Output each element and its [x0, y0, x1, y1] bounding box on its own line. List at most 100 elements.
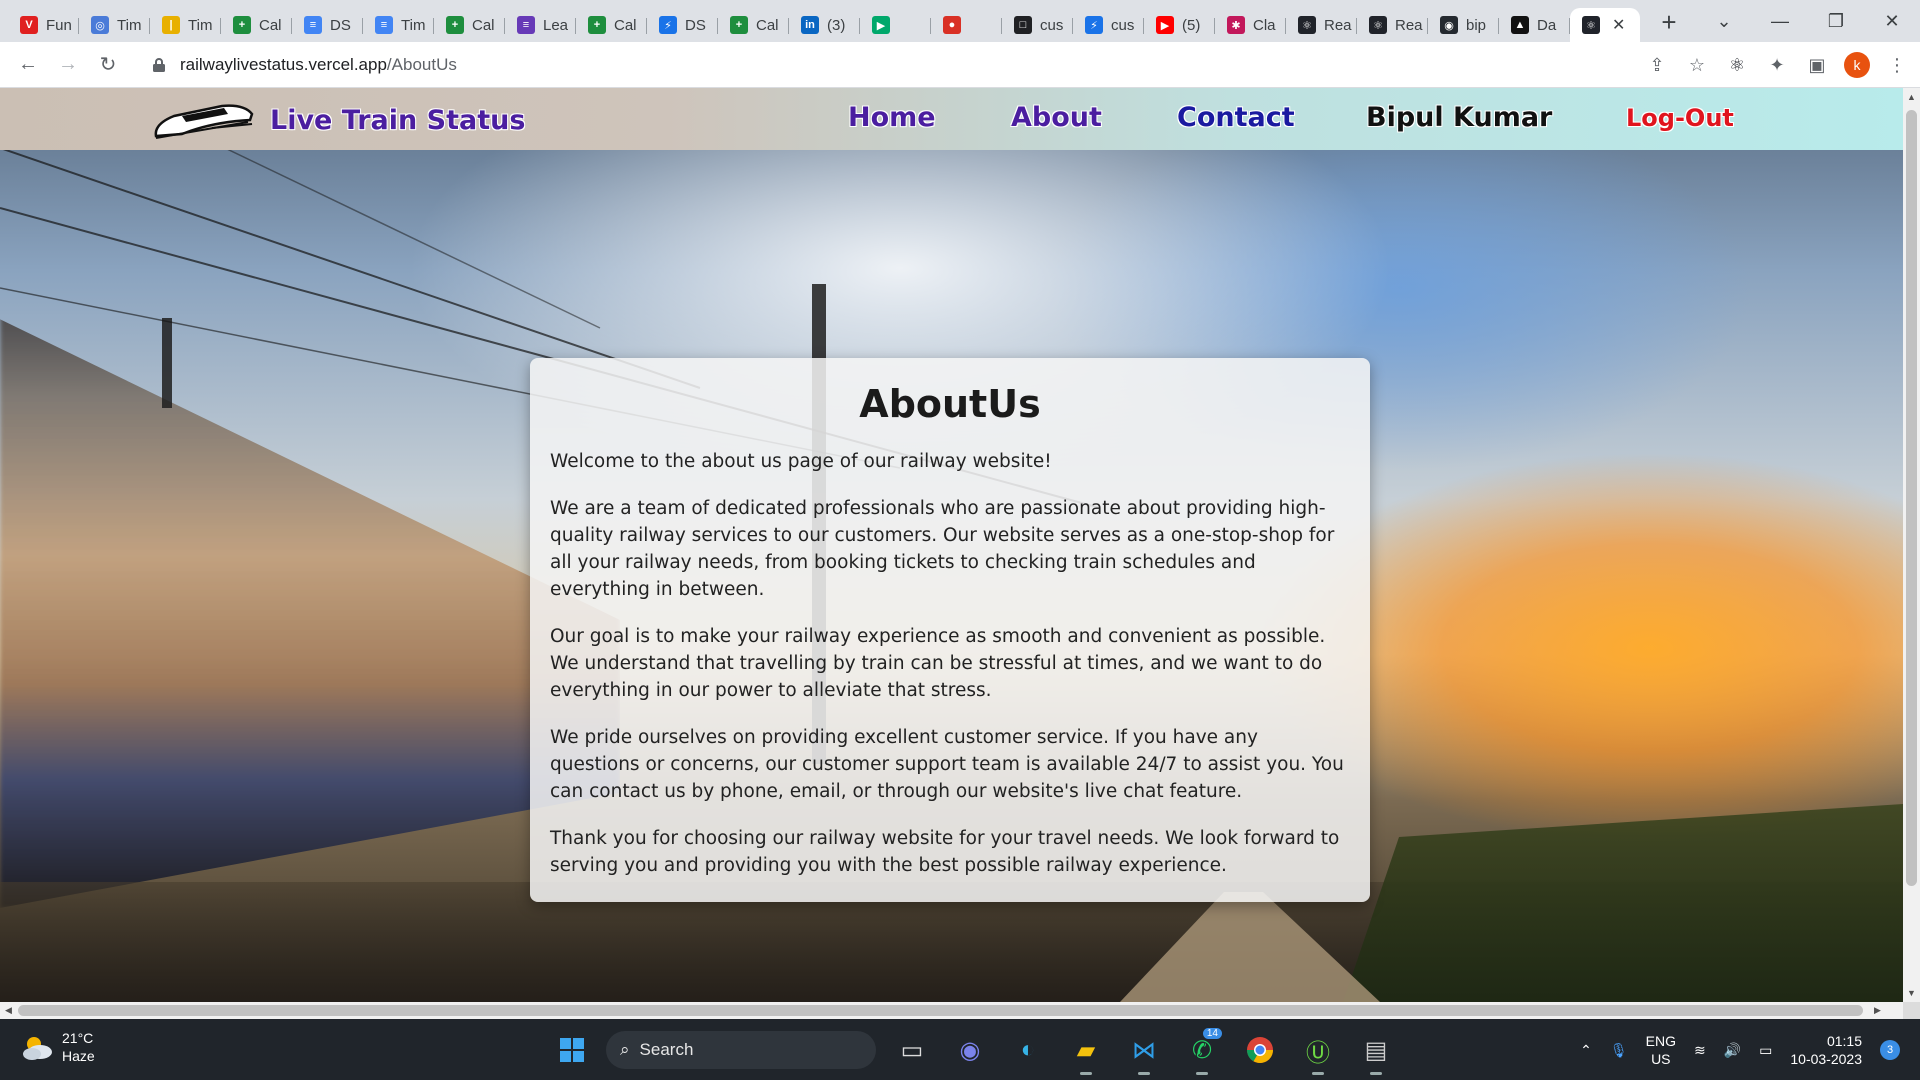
browser-tab[interactable]: + Cal — [434, 8, 505, 42]
nav-logout-link[interactable]: Log-Out — [1626, 104, 1734, 132]
nav-links: Home About Contact Bipul Kumar Log-Out — [0, 102, 1903, 142]
close-tab-icon[interactable]: ✕ — [1612, 15, 1625, 35]
browser-tab[interactable]: ▲ Da — [1499, 8, 1570, 42]
battery-icon[interactable]: ▭ — [1759, 1042, 1772, 1059]
chrome-icon[interactable] — [1238, 1028, 1282, 1072]
url-host: railwaylivestatus.vercel.app — [180, 55, 387, 74]
tab-favicon-icon: ⚛ — [1369, 16, 1387, 34]
browser-tab[interactable]: ≡ Tim — [363, 8, 434, 42]
vertical-scroll-thumb[interactable] — [1906, 110, 1917, 886]
taskbar-search-label: Search — [639, 1040, 694, 1059]
tab-title: Tim — [188, 16, 213, 34]
tab-favicon-icon: ◉ — [1440, 16, 1458, 34]
tab-list: V Fun ◎ Tim | Tim + Cal ≡ DS ≡ Tim + Cal ≡ Lea + Cal ⚡ DS + C… — [0, 0, 1684, 42]
minimize-button[interactable]: — — [1752, 11, 1808, 32]
wifi-icon[interactable]: ≋ — [1694, 1042, 1706, 1059]
volume-icon[interactable]: 🔊 — [1724, 1042, 1741, 1059]
language-region: US — [1651, 1051, 1671, 1067]
scroll-right-icon[interactable]: ▶ — [1869, 1002, 1886, 1019]
react-devtools-extension-icon[interactable]: ⚛ — [1724, 55, 1750, 76]
browser-tab[interactable]: ✱ Cla — [1215, 8, 1286, 42]
browser-tab[interactable]: ◉ bip — [1428, 8, 1499, 42]
scroll-left-icon[interactable]: ◀ — [0, 1002, 17, 1019]
back-icon[interactable]: ← — [8, 53, 48, 76]
tab-title: Cal — [614, 16, 637, 34]
tray-expand-icon[interactable]: ⌃ — [1580, 1042, 1592, 1059]
browser-tab[interactable]: ▶ (5) — [1144, 8, 1215, 42]
browser-menu-icon[interactable]: ⋮ — [1884, 55, 1910, 76]
restore-button[interactable]: ❐ — [1808, 11, 1864, 32]
vscode-icon[interactable]: ⋈ — [1122, 1028, 1166, 1075]
tab-favicon-icon: ● — [943, 16, 961, 34]
tab-title: (3) — [827, 16, 846, 34]
tab-title: DS — [685, 16, 706, 34]
browser-tab[interactable]: ≡ Lea — [505, 8, 576, 42]
nav-about-link[interactable]: About — [1011, 102, 1102, 133]
start-windows-icon[interactable] — [552, 1030, 592, 1070]
browser-tab[interactable]: ⚡ cus — [1073, 8, 1144, 42]
horizontal-scroll-thumb[interactable] — [18, 1005, 1863, 1016]
browser-tab[interactable]: ▶ — [860, 8, 931, 42]
browser-tab[interactable]: ⚡ DS — [647, 8, 718, 42]
scroll-down-icon[interactable]: ▼ — [1903, 988, 1920, 998]
tab-favicon-icon: ▶ — [872, 16, 890, 34]
extensions-puzzle-icon[interactable]: ✦ — [1764, 55, 1790, 76]
notification-badge[interactable]: 3 — [1880, 1040, 1900, 1060]
browser-tab[interactable]: ⚛ Rea — [1286, 8, 1357, 42]
taskbar-search[interactable]: ⌕ Search — [606, 1031, 876, 1069]
teams-chat-icon[interactable]: ◉ — [948, 1028, 992, 1072]
weather-temp: 21°C — [62, 1030, 94, 1046]
browser-tab[interactable]: □ cus — [1002, 8, 1073, 42]
new-tab-button[interactable]: + — [1654, 7, 1684, 38]
whatsapp-badge: 14 — [1202, 1028, 1222, 1039]
file-explorer-icon[interactable]: ▰ — [1064, 1028, 1108, 1075]
language-code: ENG — [1645, 1033, 1676, 1049]
site-navbar: Live Train Status Home About Contact Bip… — [0, 88, 1903, 150]
microphone-icon[interactable]: 🎙 — [1610, 1042, 1628, 1059]
window-controls: ⌄ — ❐ ✕ — [1696, 0, 1920, 42]
about-paragraph: Welcome to the about us page of our rail… — [550, 451, 1052, 472]
weather-widget[interactable]: 21°C Haze — [20, 1029, 95, 1065]
clock[interactable]: 01:15 10-03-2023 — [1790, 1032, 1862, 1068]
tab-favicon-icon: ▲ — [1511, 16, 1529, 34]
language-indicator[interactable]: ENG US — [1646, 1032, 1676, 1068]
side-panel-icon[interactable]: ▣ — [1804, 55, 1830, 76]
tab-favicon-icon: + — [588, 16, 606, 34]
edge-browser-icon[interactable]: ◐ — [1006, 1028, 1050, 1072]
browser-tab[interactable]: ≡ DS — [292, 8, 363, 42]
browser-tab[interactable]: ◎ Tim — [79, 8, 150, 42]
browser-tab-active[interactable]: ⚛ ✕ — [1570, 8, 1640, 42]
terminal-icon[interactable]: ▤ — [1354, 1028, 1398, 1075]
browser-tab[interactable]: ⚛ Rea — [1357, 8, 1428, 42]
file-manager-icon[interactable]: ▭ — [890, 1028, 934, 1072]
browser-tab[interactable]: V Fun — [8, 8, 79, 42]
address-bar[interactable]: railwaylivestatus.vercel.app/AboutUs — [142, 48, 1642, 82]
close-window-button[interactable]: ✕ — [1864, 11, 1920, 32]
share-icon[interactable]: ⇪ — [1644, 55, 1670, 76]
taskbar-apps: ⌕ Search ▭ ◉ ◐ ▰ ⋈ ✆ 14 Ⓤ ▤ — [552, 1027, 1398, 1075]
nav-home-link[interactable]: Home — [848, 102, 936, 133]
upwork-icon[interactable]: Ⓤ — [1296, 1028, 1340, 1075]
about-paragraph: Our goal is to make your railway experie… — [550, 626, 1326, 701]
browser-tab[interactable]: + Cal — [718, 8, 789, 42]
profile-avatar[interactable]: k — [1844, 52, 1870, 78]
scroll-up-icon[interactable]: ▲ — [1903, 92, 1920, 102]
tab-search-icon[interactable]: ⌄ — [1696, 11, 1752, 32]
nav-user-name[interactable]: Bipul Kumar — [1366, 102, 1552, 133]
browser-tab[interactable]: + Cal — [576, 8, 647, 42]
lock-icon[interactable] — [152, 57, 168, 73]
horizontal-scrollbar[interactable]: ◀ ▶ — [0, 1002, 1903, 1019]
vertical-scrollbar[interactable]: ▲ ▼ — [1903, 88, 1920, 1002]
reload-icon[interactable]: ↻ — [88, 52, 128, 77]
bookmark-star-icon[interactable]: ☆ — [1684, 55, 1710, 76]
browser-tab[interactable]: in (3) — [789, 8, 860, 42]
tab-favicon-icon: ⚡ — [1085, 16, 1103, 34]
tab-title: bip — [1466, 16, 1487, 34]
whatsapp-icon[interactable]: ✆ 14 — [1180, 1028, 1224, 1075]
forward-icon[interactable]: → — [48, 53, 88, 76]
browser-tab[interactable]: | Tim — [150, 8, 221, 42]
browser-tab[interactable]: + Cal — [221, 8, 292, 42]
page-viewport: Live Train Status Home About Contact Bip… — [0, 88, 1903, 1002]
nav-contact-link[interactable]: Contact — [1177, 102, 1295, 133]
browser-tab[interactable]: ● — [931, 8, 1002, 42]
